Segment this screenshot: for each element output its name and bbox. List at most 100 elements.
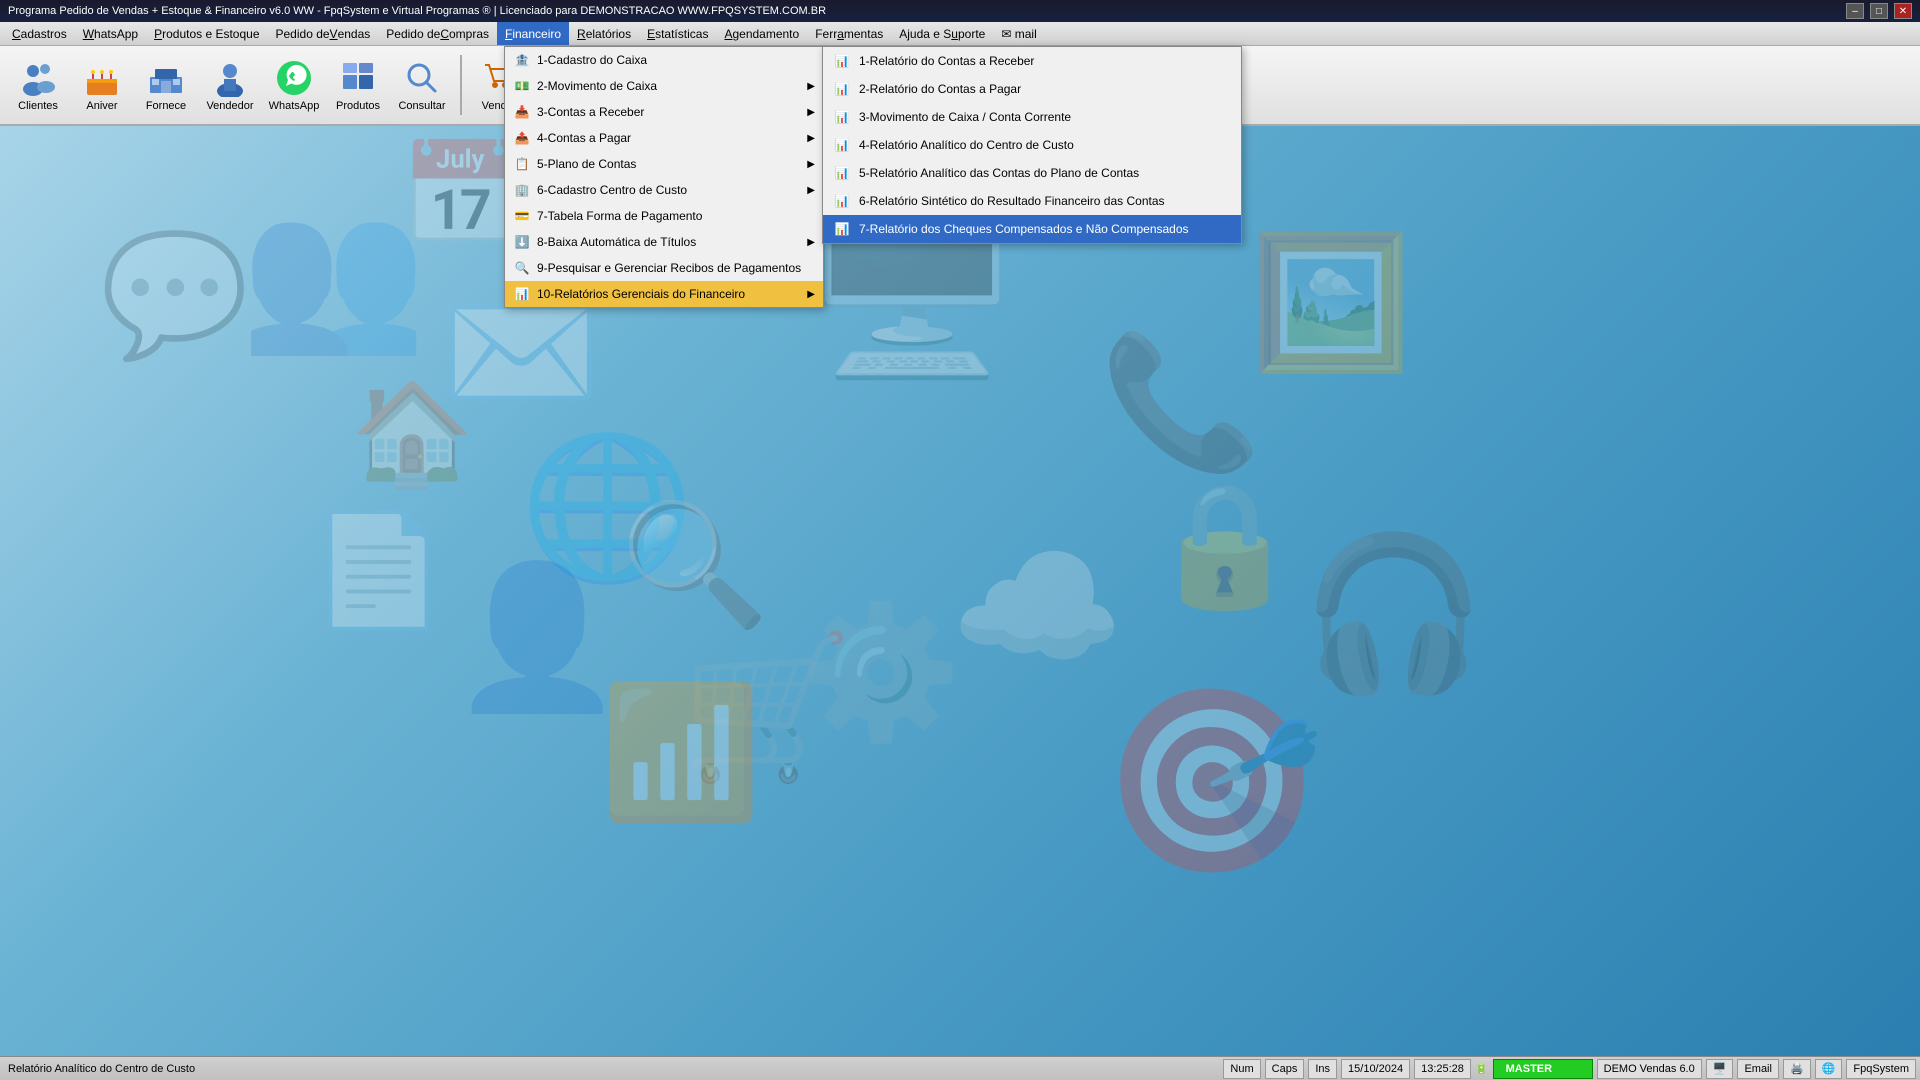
background: 💬 🏠 👥 📅 📄 ✉️ 🌐 🔍 👤 🛒 ⚙️ 🖥️ 📞 ☁️ 🔒 🖼️ 🎧 🎯…: [0, 126, 1920, 1058]
menu-cadastros[interactable]: Cadastros: [4, 22, 75, 45]
menu-financeiro[interactable]: Financeiro: [497, 22, 569, 45]
sub-rel-cheques[interactable]: 📊 7-Relatório dos Cheques Compensados e …: [823, 215, 1241, 243]
toolbar-clientes[interactable]: Clientes: [8, 50, 68, 120]
menu-tabela-forma[interactable]: 💳 7-Tabela Forma de Pagamento: [505, 203, 823, 229]
contas-receber-icon: 📥: [513, 103, 531, 121]
menu-relatorios-gerenciais[interactable]: 📊 10-Relatórios Gerenciais do Financeiro…: [505, 281, 823, 307]
bg-portrait-icon: 🖼️: [1250, 226, 1412, 379]
bg-chat-icon: 💬: [100, 226, 249, 366]
cadastro-centro-arrow: ▶: [807, 185, 815, 196]
bg-target-icon: 🎯: [1100, 676, 1324, 887]
title-bar: Programa Pedido de Vendas + Estoque & Fi…: [0, 0, 1920, 22]
menu-mail[interactable]: ✉ mail: [993, 22, 1044, 45]
menu-agendamento[interactable]: Agendamento: [716, 22, 807, 45]
tabela-forma-label: 7-Tabela Forma de Pagamento: [537, 209, 702, 223]
sub-rel-mov-caixa[interactable]: 📊 3-Movimento de Caixa / Conta Corrente: [823, 103, 1241, 131]
battery-icon: 🔋: [1475, 1062, 1489, 1075]
menu-pedido-vendas[interactable]: Pedido de Vendas: [268, 22, 379, 45]
menu-whatsapp[interactable]: WhatsApp: [75, 22, 146, 45]
mov-caixa-menu-icon: 💵: [513, 77, 531, 95]
relatorios-gerenciais-arrow: ▶: [807, 289, 815, 300]
sub-rel-sintetico[interactable]: 📊 6-Relatório Sintético do Resultado Fin…: [823, 187, 1241, 215]
sub-rel-analitico-centro[interactable]: 📊 4-Relatório Analítico do Centro de Cus…: [823, 131, 1241, 159]
bg-wifi-icon: 📶: [600, 676, 762, 829]
sub-rel-6-label: 6-Relatório Sintético do Resultado Finan…: [859, 194, 1165, 208]
bg-globe-icon: 🌐: [520, 426, 694, 590]
status-demo: DEMO Vendas 6.0: [1597, 1059, 1702, 1079]
status-battery-area: 🔋: [1475, 1062, 1489, 1075]
menu-produtos-estoque[interactable]: Produtos e Estoque: [146, 22, 267, 45]
toolbar-whatsapp[interactable]: WhatsApp: [264, 50, 324, 120]
contas-receber-label: 3-Contas a Receber: [537, 105, 644, 119]
menu-ajuda-suporte[interactable]: Ajuda e Suporte: [891, 22, 993, 45]
plano-contas-label: 5-Plano de Contas: [537, 157, 636, 171]
fornece-label: Fornece: [146, 100, 186, 112]
baixa-automatica-icon: ⬇️: [513, 233, 531, 251]
menu-cadastro-caixa[interactable]: 🏦 1-Cadastro do Caixa: [505, 47, 823, 73]
sub-rel-5-label: 5-Relatório Analítico das Contas do Plan…: [859, 166, 1139, 180]
caixa-menu-icon: 🏦: [513, 51, 531, 69]
toolbar-fornece[interactable]: Fornece: [136, 50, 196, 120]
relatorios-gerenciais-label: 10-Relatórios Gerenciais do Financeiro: [537, 287, 745, 301]
sub-rel-7-label: 7-Relatório dos Cheques Compensados e Nã…: [859, 222, 1189, 236]
status-fpqsystem: FpqSystem: [1846, 1059, 1916, 1079]
toolbar-consultar[interactable]: Consultar: [392, 50, 452, 120]
sub-rel-4-label: 4-Relatório Analítico do Centro de Custo: [859, 138, 1074, 152]
menu-estatisticas[interactable]: Estatísticas: [639, 22, 716, 45]
sub-rel-analitico-plano[interactable]: 📊 5-Relatório Analítico das Contas do Pl…: [823, 159, 1241, 187]
menu-relatorios[interactable]: Relatórios: [569, 22, 639, 45]
sub-rel-6-icon: 📊: [833, 192, 851, 210]
bg-cart-icon: 🛒: [680, 626, 854, 790]
bg-doc-icon: 📄: [310, 506, 447, 635]
plano-contas-arrow: ▶: [807, 159, 815, 170]
status-monitor-icon: 🖥️: [1706, 1059, 1734, 1079]
menu-pedido-compras[interactable]: Pedido de Compras: [378, 22, 497, 45]
menu-plano-contas[interactable]: 📋 5-Plano de Contas ▶: [505, 151, 823, 177]
clientes-label: Clientes: [18, 100, 58, 112]
menu-cadastro-centro[interactable]: 🏢 6-Cadastro Centro de Custo ▶: [505, 177, 823, 203]
menu-movimento-caixa[interactable]: 💵 2-Movimento de Caixa ▶: [505, 73, 823, 99]
toolbar-separator-1: [460, 55, 462, 115]
toolbar-vendedor[interactable]: Vendedor: [200, 50, 260, 120]
sub-rel-2-label: 2-Relatório do Contas a Pagar: [859, 82, 1021, 96]
sub-rel-contas-pagar[interactable]: 📊 2-Relatório do Contas a Pagar: [823, 75, 1241, 103]
sub-rel-1-label: 1-Relatório do Contas a Receber: [859, 54, 1034, 68]
vendedor-label: Vendedor: [206, 100, 253, 112]
sub-rel-contas-receber[interactable]: 📊 1-Relatório do Contas a Receber: [823, 47, 1241, 75]
bg-cloud-icon: ☁️: [950, 526, 1124, 690]
minimize-button[interactable]: –: [1846, 3, 1864, 19]
pesquisar-recibos-icon: 🔍: [513, 259, 531, 277]
window-controls: – □ ✕: [1846, 3, 1912, 19]
contas-pagar-icon: 📤: [513, 129, 531, 147]
status-bar: Relatório Analítico do Centro de Custo N…: [0, 1056, 1920, 1080]
status-caps: Caps: [1265, 1059, 1305, 1079]
maximize-button[interactable]: □: [1870, 3, 1888, 19]
bg-house-icon: 🏠: [350, 376, 475, 493]
bg-phone-icon: 📞: [1100, 326, 1262, 479]
produtos-icon: [338, 58, 378, 98]
tabela-forma-icon: 💳: [513, 207, 531, 225]
status-network-icon: 🌐: [1815, 1059, 1843, 1079]
toolbar-aniver[interactable]: Aniver: [72, 50, 132, 120]
sub-rel-4-icon: 📊: [833, 136, 851, 154]
sub-rel-2-icon: 📊: [833, 80, 851, 98]
menu-pesquisar-recibos[interactable]: 🔍 9-Pesquisar e Gerenciar Recibos de Pag…: [505, 255, 823, 281]
contas-receber-arrow: ▶: [807, 107, 815, 118]
aniver-icon: [82, 58, 122, 98]
menu-contas-pagar[interactable]: 📤 4-Contas a Pagar ▶: [505, 125, 823, 151]
sub-rel-3-label: 3-Movimento de Caixa / Conta Corrente: [859, 110, 1071, 124]
menu-ferramentas[interactable]: Ferramentas: [807, 22, 891, 45]
menu-contas-receber[interactable]: 📥 3-Contas a Receber ▶: [505, 99, 823, 125]
fornece-icon: [146, 58, 186, 98]
toolbar-produtos[interactable]: Produtos: [328, 50, 388, 120]
bg-lock-icon: 🔒: [1150, 476, 1299, 616]
status-printer-icon: 🖨️: [1783, 1059, 1811, 1079]
mov-caixa-arrow: ▶: [807, 81, 815, 92]
caixa-menu-label: 1-Cadastro do Caixa: [537, 53, 647, 67]
status-num: Num: [1223, 1059, 1260, 1079]
menu-baixa-automatica[interactable]: ⬇️ 8-Baixa Automática de Títulos ▶: [505, 229, 823, 255]
contas-pagar-label: 4-Contas a Pagar: [537, 131, 631, 145]
close-button[interactable]: ✕: [1894, 3, 1912, 19]
status-date: 15/10/2024: [1341, 1059, 1410, 1079]
bg-gear-icon: ⚙️: [800, 596, 962, 749]
